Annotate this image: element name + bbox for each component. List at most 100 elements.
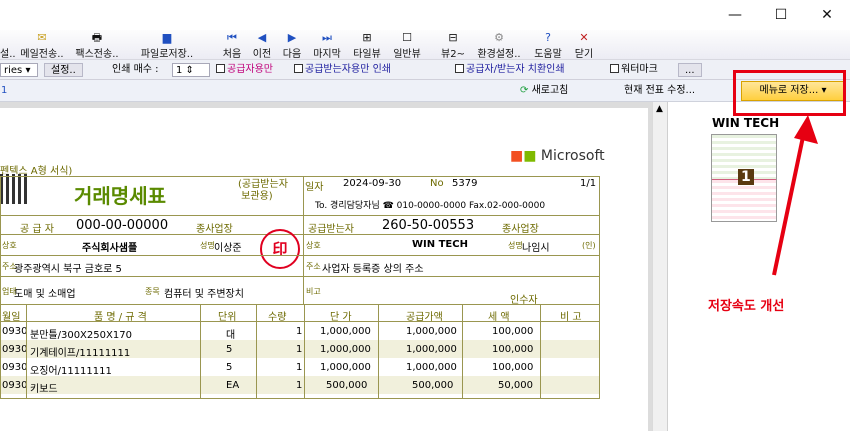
supplier-only-checkbox[interactable]: 공급자용만: [216, 63, 273, 77]
row-tax: 50,000: [498, 380, 533, 391]
toolbar-print-settings[interactable]: 설..: [0, 30, 16, 60]
mail-icon: ✉: [37, 31, 47, 44]
edit-current-button[interactable]: 현재 전표 수정...: [624, 82, 695, 100]
save-file-icon: ▆: [162, 31, 172, 44]
help-icon: ?: [545, 31, 551, 44]
row-unit: 5: [226, 362, 233, 373]
company-label: 상호: [2, 241, 17, 250]
toolbar-tile-view[interactable]: ⊞ 타일뷰: [349, 30, 385, 61]
title-bar: — ☐ ✕: [0, 0, 850, 30]
receiver-name: 나임시: [522, 243, 550, 254]
row-price: 1,000,000: [320, 362, 371, 373]
row-price: 1,000,000: [320, 326, 371, 337]
annotation-text: 저장속도 개선: [708, 299, 785, 314]
minimize-button[interactable]: —: [712, 0, 758, 30]
fax-icon: 🖶: [91, 31, 103, 44]
preview-pane: WIN TECH 1: [667, 102, 850, 431]
copies-stepper[interactable]: 1 ⇕: [172, 63, 210, 77]
main-toolbar: 설.. ✉ 메일전송.. 🖶 팩스전송.. ▆ 파일로저장.. ⏮ 처음 ◀ 이…: [0, 30, 850, 60]
supplier-company: 주식회사샘플: [82, 243, 138, 254]
row-amount: 1,000,000: [406, 326, 457, 337]
checkbox-icon: [610, 64, 619, 73]
toolbar-save-file[interactable]: ▆ 파일로저장..: [128, 30, 206, 61]
copy-type: (공급받는자 보관용): [238, 179, 288, 202]
toolbar-prev[interactable]: ◀ 이전: [250, 30, 274, 61]
receiver-label: 공급받는자: [308, 224, 354, 235]
microsoft-logo: ■■ Microsoft: [510, 148, 605, 164]
maximize-button[interactable]: ☐: [758, 0, 804, 30]
supplier-name: 이상준: [214, 243, 242, 254]
row-unit: 대: [226, 330, 236, 341]
toolbar-last[interactable]: ⏭ 마지막: [309, 30, 345, 61]
toolbar-settings[interactable]: ⚙ 환경설정..: [472, 30, 526, 61]
supplier-regno: 000-00-00000: [76, 218, 169, 233]
row-item: 키보드: [30, 384, 58, 395]
row-amount: 1,000,000: [406, 362, 457, 373]
series-combo[interactable]: ries ▾: [0, 63, 38, 77]
supplier-address: 광주광역시 북구 금호로 5: [14, 264, 122, 275]
swap-print-checkbox[interactable]: 공급자/받는자 치환인쇄: [455, 63, 565, 77]
more-options-button[interactable]: ...: [678, 63, 702, 77]
name-label: 성명: [200, 241, 215, 250]
toolbar-next[interactable]: ▶ 다음: [280, 30, 304, 61]
watermark-checkbox[interactable]: 워터마크: [610, 63, 658, 77]
invoice-paper: 펜텍스 A형 서식) ■■ Microsoft 거래명세표 (공급받는자 보관용…: [0, 108, 648, 431]
biz-label: 종사업장: [196, 224, 233, 235]
settings-button[interactable]: 설정..: [44, 63, 83, 77]
gear-icon: ⚙: [494, 31, 504, 44]
row-tax: 100,000: [492, 326, 534, 337]
date-label: 일자: [305, 182, 324, 193]
preview-page-number: 1: [738, 169, 754, 185]
action-bar: 1 ⟳ 새로고침 현재 전표 수정... 메뉴로 저장... ▾: [0, 80, 850, 102]
note-label: 비고: [306, 287, 321, 296]
refresh-icon: ⟳: [520, 85, 529, 96]
row-qty: 1: [296, 380, 303, 391]
copies-label: 인쇄 매수 :: [112, 64, 159, 75]
page-indicator: 1/1: [580, 178, 597, 189]
options-bar: ries ▾ 설정.. 인쇄 매수 : 1 ⇕ 공급자용만 공급받는자용만 인쇄…: [0, 60, 850, 80]
row-unit: 5: [226, 344, 233, 355]
no-label: No: [430, 178, 444, 189]
row-date: 0930: [2, 362, 28, 373]
toolbar-close[interactable]: ✕ 닫기: [570, 30, 598, 61]
row-qty: 1: [296, 362, 303, 373]
toolbar-fax[interactable]: 🖶 팩스전송..: [70, 30, 124, 61]
receiver-address-label: 주소: [306, 262, 321, 271]
receiver-company-label: 상호: [306, 241, 321, 250]
receiver-company: WIN TECH: [412, 239, 468, 250]
next-icon: ▶: [287, 31, 297, 44]
row-tax: 100,000: [492, 362, 534, 373]
receiver-address: 사업자 등록증 상의 주소: [322, 264, 424, 275]
supplier-type: 도매 및 소매업: [14, 289, 76, 300]
toolbar-mail[interactable]: ✉ 메일전송..: [16, 30, 68, 61]
row-date: 0930: [2, 380, 28, 391]
scroll-up-icon[interactable]: ▲: [656, 104, 663, 114]
vertical-scrollbar[interactable]: ▲: [652, 102, 667, 431]
refresh-button[interactable]: ⟳ 새로고침: [520, 82, 568, 100]
receiver-only-checkbox[interactable]: 공급받는자용만 인쇄: [294, 63, 391, 77]
receiver-name-label: 성명: [508, 241, 523, 250]
toolbar-view2[interactable]: ⊟ 뷰2~: [438, 30, 468, 61]
view2-icon: ⊟: [448, 31, 458, 44]
supplier-label: 공 급 자: [20, 224, 54, 235]
checkbox-icon: [294, 64, 303, 73]
row-tax: 100,000: [492, 344, 534, 355]
row-date: 0930: [2, 326, 28, 337]
toolbar-help[interactable]: ? 도움말: [530, 30, 566, 61]
row-price: 500,000: [326, 380, 368, 391]
checkbox-icon: [455, 64, 464, 73]
toolbar-normal-view[interactable]: ☐ 일반뷰: [389, 30, 425, 61]
row-price: 1,000,000: [320, 344, 371, 355]
supplier-item: 컴퓨터 및 주변장치: [164, 289, 244, 300]
item-label: 종목: [145, 287, 160, 296]
row-item: 기계테이프/11111111: [30, 348, 131, 359]
receiver-seal-mark: (인): [582, 241, 596, 250]
row-qty: 1: [296, 344, 303, 355]
red-arrow-icon: [772, 115, 818, 276]
close-window-button[interactable]: ✕: [804, 0, 850, 30]
company-seal: 印: [260, 229, 300, 269]
close-icon: ✕: [579, 31, 589, 44]
row-qty: 1: [296, 326, 303, 337]
toolbar-first[interactable]: ⏮ 처음: [220, 30, 244, 61]
row-item: 분만틀/300X250X170: [30, 330, 132, 341]
